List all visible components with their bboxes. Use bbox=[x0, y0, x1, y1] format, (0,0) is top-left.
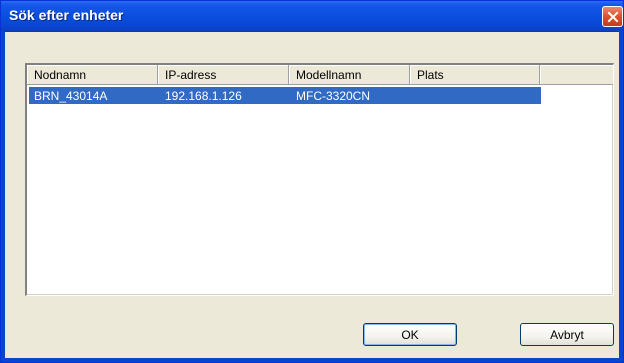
cell-node-name: BRN_43014A bbox=[34, 89, 108, 103]
cell-model-name: MFC-3320CN bbox=[296, 89, 371, 103]
window-border-right bbox=[619, 31, 623, 362]
cell-location bbox=[412, 87, 541, 104]
cancel-button[interactable]: Avbryt bbox=[520, 323, 614, 346]
column-header-filler bbox=[540, 65, 613, 85]
column-header-modellnamn[interactable]: Modellnamn bbox=[289, 65, 410, 85]
window-border-bottom bbox=[1, 358, 623, 362]
dialog-title: Sök efter enheter bbox=[9, 7, 124, 23]
column-header-nodnamn[interactable]: Nodnamn bbox=[27, 65, 158, 85]
column-header-ip-adress[interactable]: IP-adress bbox=[158, 65, 289, 85]
device-list[interactable]: Nodnamn IP-adress Modellnamn Plats BRN_4… bbox=[25, 63, 614, 296]
close-icon bbox=[607, 11, 618, 22]
close-button[interactable] bbox=[602, 6, 623, 27]
column-header-plats[interactable]: Plats bbox=[410, 65, 540, 85]
ok-button[interactable]: OK bbox=[363, 323, 457, 346]
list-item[interactable]: BRN_43014A 192.168.1.126 MFC-3320CN bbox=[29, 87, 541, 104]
title-bar[interactable]: Sök efter enheter bbox=[1, 1, 623, 32]
list-header: Nodnamn IP-adress Modellnamn Plats bbox=[27, 65, 613, 85]
window-border-left bbox=[1, 31, 5, 362]
cell-ip-address: 192.168.1.126 bbox=[165, 89, 242, 103]
search-devices-dialog: Sök efter enheter Nodnamn IP-adress Mode… bbox=[0, 0, 624, 363]
